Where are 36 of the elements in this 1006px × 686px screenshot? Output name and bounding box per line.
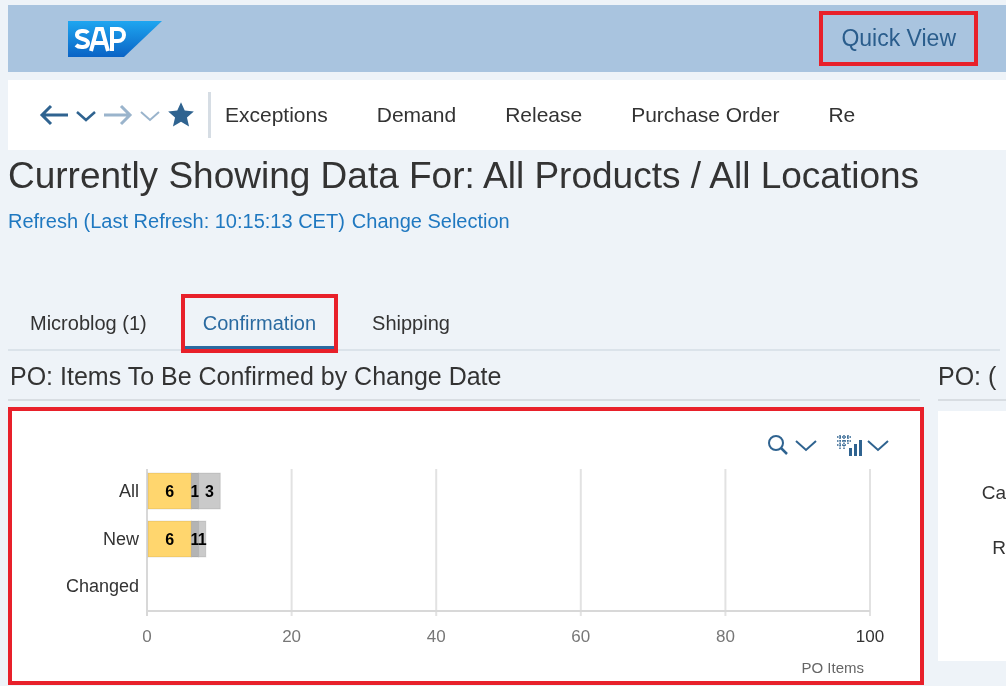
chart-table-icon[interactable] — [836, 434, 862, 456]
page-title: Currently Showing Data For: All Products / All Locations — [8, 156, 921, 196]
tab[interactable]: Shipping — [354, 298, 468, 349]
tab[interactable]: Microblog (1) — [12, 298, 165, 349]
back-arrow-icon[interactable] — [38, 103, 70, 127]
change-selection-link[interactable]: Change Selection — [351, 206, 510, 236]
data-label: 6 — [165, 483, 175, 500]
nav-link[interactable]: Demand — [376, 99, 457, 131]
tick-label: 80 — [715, 627, 735, 646]
panel-title: PO: Items To Be Confirmed by Change Date — [8, 361, 920, 401]
refresh-link[interactable]: Refresh (Last Refresh: 10:15:13 CET) — [8, 206, 345, 236]
panel-title: PO: ( — [938, 361, 1006, 401]
data-label: 1 — [197, 531, 207, 548]
data-label: 3 — [205, 483, 214, 500]
category-label: New — [103, 529, 139, 549]
bar-segment — [198, 520, 207, 558]
axis-title: PO Items — [801, 659, 864, 676]
data-label: 1 — [190, 483, 200, 500]
nav-link[interactable]: Exceptions — [225, 99, 328, 131]
nav-link[interactable]: Re — [828, 99, 856, 131]
tick-label: 40 — [426, 627, 446, 646]
tick-label: 100 — [855, 627, 885, 646]
nav-link[interactable]: Purchase Order — [631, 99, 780, 131]
tick-label: 60 — [571, 627, 591, 646]
star-icon[interactable] — [166, 101, 196, 129]
category-label: All — [119, 481, 139, 501]
category-label: Changed — [65, 576, 139, 596]
logo-icon — [68, 20, 162, 57]
tick-label: 0 — [142, 627, 152, 646]
category-label: R — [992, 535, 1006, 560]
data-label: 1 — [190, 531, 200, 548]
category-label: Ca — [981, 481, 1006, 505]
search-icon[interactable] — [766, 433, 790, 457]
tick-label: 20 — [282, 627, 302, 646]
nav-link[interactable]: Release — [505, 99, 583, 131]
data-label: 6 — [165, 531, 175, 548]
